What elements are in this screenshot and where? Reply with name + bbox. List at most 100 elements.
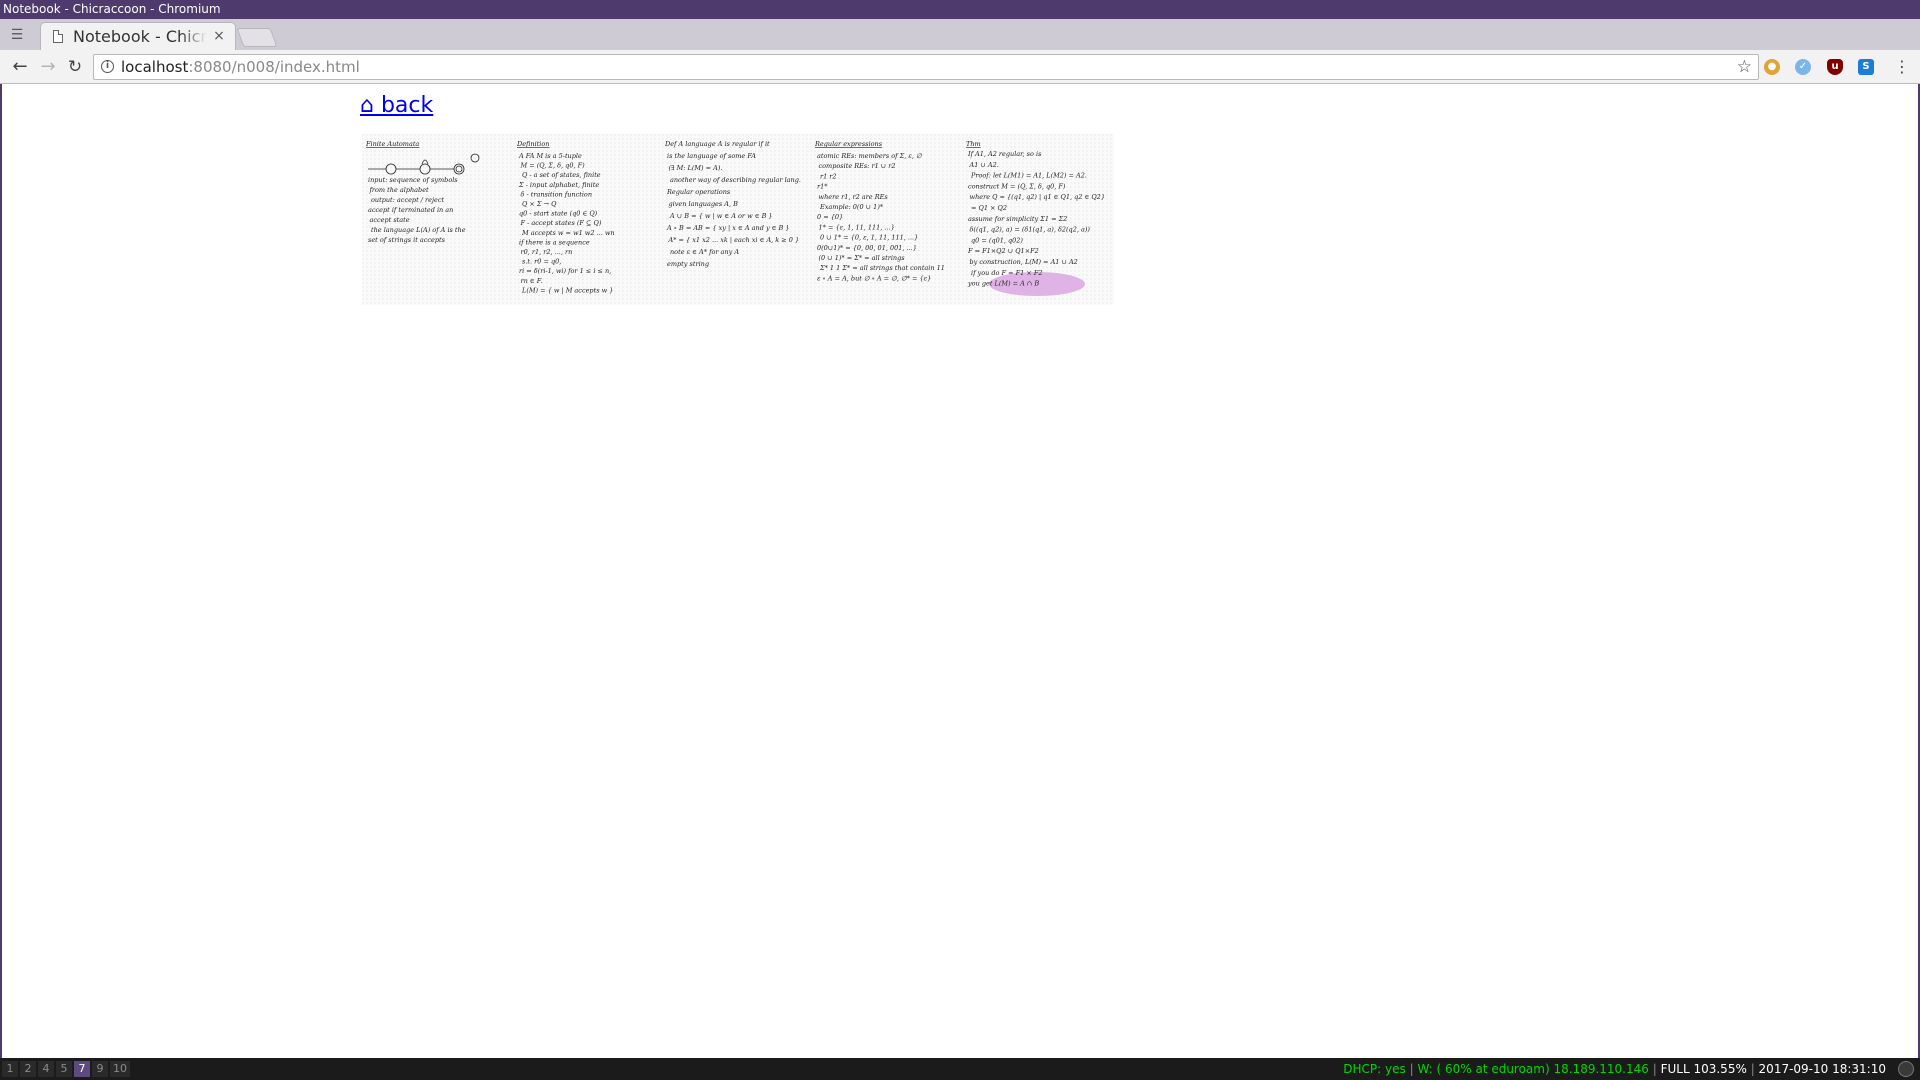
- new-tab-button[interactable]: [236, 28, 278, 47]
- col4-line: r1*: [817, 183, 828, 191]
- col5-line: assume for simplicity Σ1 = Σ2: [968, 215, 1067, 223]
- col4-line: Σ* 1 1 Σ* = all strings that contain 11: [819, 264, 945, 272]
- col3-line: A* = { x1 x2 ... xk | each xi ∈ A, k ≥ 0…: [668, 236, 800, 244]
- workspace-10[interactable]: 10: [110, 1061, 130, 1077]
- col4-line: Example: 0(0 ∪ 1)*: [819, 203, 884, 211]
- separator: |: [1652, 1062, 1661, 1076]
- col2-line: if there is a sequence: [519, 238, 590, 246]
- col5-line: construct M = (Q, Σ, δ, q0, F): [968, 182, 1066, 190]
- browser-toolbar: ← → ↻ i localhost:8080/n008/index.html ☆…: [0, 50, 1920, 84]
- col4-line: 0(0∪1)* = {0, 00, 01, 001, ...}: [817, 244, 917, 252]
- col1-line: the language L(A) of A is the: [371, 226, 466, 234]
- clock: 2017-09-10 18:31:10: [1758, 1062, 1886, 1076]
- col2-line: L(M) = { w | M accepts w }: [521, 286, 613, 294]
- col2-line: s.t. r0 = q0,: [522, 258, 561, 266]
- back-arrow-icon[interactable]: ←: [8, 56, 32, 78]
- workspace-4[interactable]: 4: [38, 1061, 54, 1077]
- tab-notebook[interactable]: Notebook - Chicraccoon ×: [40, 22, 236, 50]
- tab-search-icon[interactable]: ☰: [6, 25, 28, 45]
- separator: |: [1750, 1062, 1759, 1076]
- tab-title: Notebook - Chicraccoon: [73, 27, 207, 46]
- col5-line: If A1, A2 regular, so is: [967, 150, 1042, 158]
- ublock-extension-icon[interactable]: u: [1827, 59, 1843, 75]
- col4-line: 1* = {ε, 1, 11, 111, ...}: [819, 223, 895, 231]
- col3-line: A ∪ B = { w | w ∈ A or w ∈ B }: [669, 212, 773, 220]
- col4-title: Regular expressions: [814, 140, 883, 148]
- browser-menu-icon[interactable]: ⋮: [1894, 57, 1910, 77]
- cookie-extension-icon[interactable]: ●: [1764, 59, 1780, 75]
- col5-line: by construction, L(M) = A1 ∪ A2: [970, 258, 1078, 266]
- col2-line: δ - transition function: [521, 190, 593, 198]
- col3-line: note ε ∈ A* for any A: [670, 248, 739, 256]
- col5-line: δ((q1, q2), a) = (δ1(q1, a), δ2(q2, a)): [970, 226, 1091, 234]
- col2-line: Q × Σ → Q: [522, 200, 557, 208]
- url-path: :8080/n008/index.html: [188, 58, 360, 76]
- notebook-page-image: Finite Automata input: sequence of symbo…: [362, 134, 1114, 305]
- col5-line: F = F1×Q2 ∪ Q1×F2: [967, 247, 1039, 255]
- page-viewport: ⌂ back Finite Automata input: sequence o: [0, 84, 1920, 1058]
- bookmark-star-icon[interactable]: ☆: [1737, 57, 1752, 77]
- col2-line: M = (Q, Σ, δ, q0, F): [520, 162, 586, 170]
- col2-title: Definition: [516, 140, 549, 148]
- col5-title: Thm: [966, 140, 981, 148]
- col4-line: where r1, r2 are REs: [819, 193, 889, 201]
- url-host: localhost: [121, 58, 189, 76]
- workspace-1[interactable]: 1: [2, 1061, 18, 1077]
- col1-line: input: sequence of symbols: [368, 176, 458, 184]
- workspace-9[interactable]: 9: [92, 1061, 108, 1077]
- battery-status: FULL 103.55%: [1660, 1062, 1747, 1076]
- dhcp-status: DHCP: yes: [1343, 1062, 1406, 1076]
- col5-line: = Q1 × Q2: [971, 204, 1007, 212]
- url-text: localhost:8080/n008/index.html: [121, 58, 360, 76]
- address-bar[interactable]: i localhost:8080/n008/index.html ☆: [93, 54, 1759, 80]
- workspace-2[interactable]: 2: [20, 1061, 36, 1077]
- col4-line: ε ∘ A = A, but ∅ ∘ A = ∅, ∅* = {ε}: [817, 274, 931, 282]
- status-info: DHCP: yes | W: ( 60% at eduroam) 18.189.…: [1343, 1058, 1886, 1080]
- s-extension-icon[interactable]: S: [1858, 59, 1874, 75]
- col5-line: if you do F = F1 × F2: [971, 269, 1043, 277]
- col4-line: r1 r2: [820, 172, 837, 180]
- col2-line: ri = δ(ri-1, wi) for 1 ≤ i ≤ n,: [519, 267, 611, 275]
- col2-line: M accepts w = w1 w2 ... wn: [521, 229, 615, 237]
- col3-line: A ∘ B = AB = { xy | x ∈ A and y ∈ B }: [666, 224, 790, 232]
- col2-line: F - accept states (F ⊆ Q): [520, 219, 602, 227]
- col2-line: rn ∈ F.: [521, 277, 543, 285]
- col2-line: Σ - input alphabet, finite: [518, 181, 599, 189]
- col4-line: 0 = {0}: [817, 213, 843, 221]
- wifi-status: W: ( 60% at eduroam) 18.189.110.146: [1417, 1062, 1649, 1076]
- col2-line: Q - a set of states, finite: [522, 171, 601, 179]
- col5-line: you get L(M) = A ∩ B: [967, 280, 1039, 288]
- col2-lines: A FA M is a 5-tupleM = (Q, Σ, δ, q0, F)Q…: [518, 152, 615, 294]
- shield-extension-icon[interactable]: ✓: [1795, 59, 1811, 75]
- col3-title: Def A language A is regular if it: [664, 140, 770, 148]
- col1-line: accept state: [370, 216, 410, 224]
- col3-line: another way of describing regular lang.: [670, 176, 801, 184]
- col2-line: q0 - start state (q0 ∈ Q): [519, 210, 598, 218]
- tab-strip-background: [0, 19, 1920, 50]
- reload-icon[interactable]: ↻: [63, 56, 87, 78]
- col4-line: composite REs: r1 ∪ r2: [819, 162, 896, 170]
- close-icon[interactable]: ×: [211, 28, 227, 44]
- col3-line: is the language of some FA: [667, 152, 756, 160]
- col1-line: set of strings it accepts: [368, 236, 446, 244]
- col3-line: empty string: [667, 260, 709, 268]
- forward-arrow-icon[interactable]: →: [36, 56, 60, 78]
- workspace-7[interactable]: 7: [74, 1061, 90, 1077]
- col4-line: atomic REs: members of Σ, ε, ∅: [817, 152, 922, 160]
- tray-icon[interactable]: [1898, 1061, 1914, 1077]
- col5-line: where Q = {(q1, q2) | q1 ∈ Q1, q2 ∈ Q2}: [970, 193, 1105, 201]
- page-icon: [53, 30, 63, 43]
- col3-line: Regular operations: [666, 188, 731, 196]
- col1-line: from the alphabet: [369, 186, 430, 194]
- col1-line: output: accept / reject: [371, 196, 444, 204]
- col4-line: 0 ∪ 1* = {0, ε, 1, 11, 111, ...}: [820, 234, 918, 242]
- info-icon[interactable]: i: [101, 60, 114, 73]
- col2-line: r0, r1, r2, ..., rn: [521, 248, 573, 256]
- window-title: Notebook - Chicraccoon - Chromium: [0, 0, 1920, 19]
- back-link[interactable]: ⌂ back: [360, 93, 433, 118]
- status-bar: 1 2 4 5 7 9 10 DHCP: yes | W: ( 60% at eduroam…: [0, 1058, 1920, 1080]
- workspace-5[interactable]: 5: [56, 1061, 72, 1077]
- col4-line: (0 ∪ 1)* = Σ* = all strings: [819, 254, 906, 262]
- col5-line: A1 ∪ A2.: [969, 161, 999, 169]
- col3-line: given languages A, B: [669, 200, 739, 208]
